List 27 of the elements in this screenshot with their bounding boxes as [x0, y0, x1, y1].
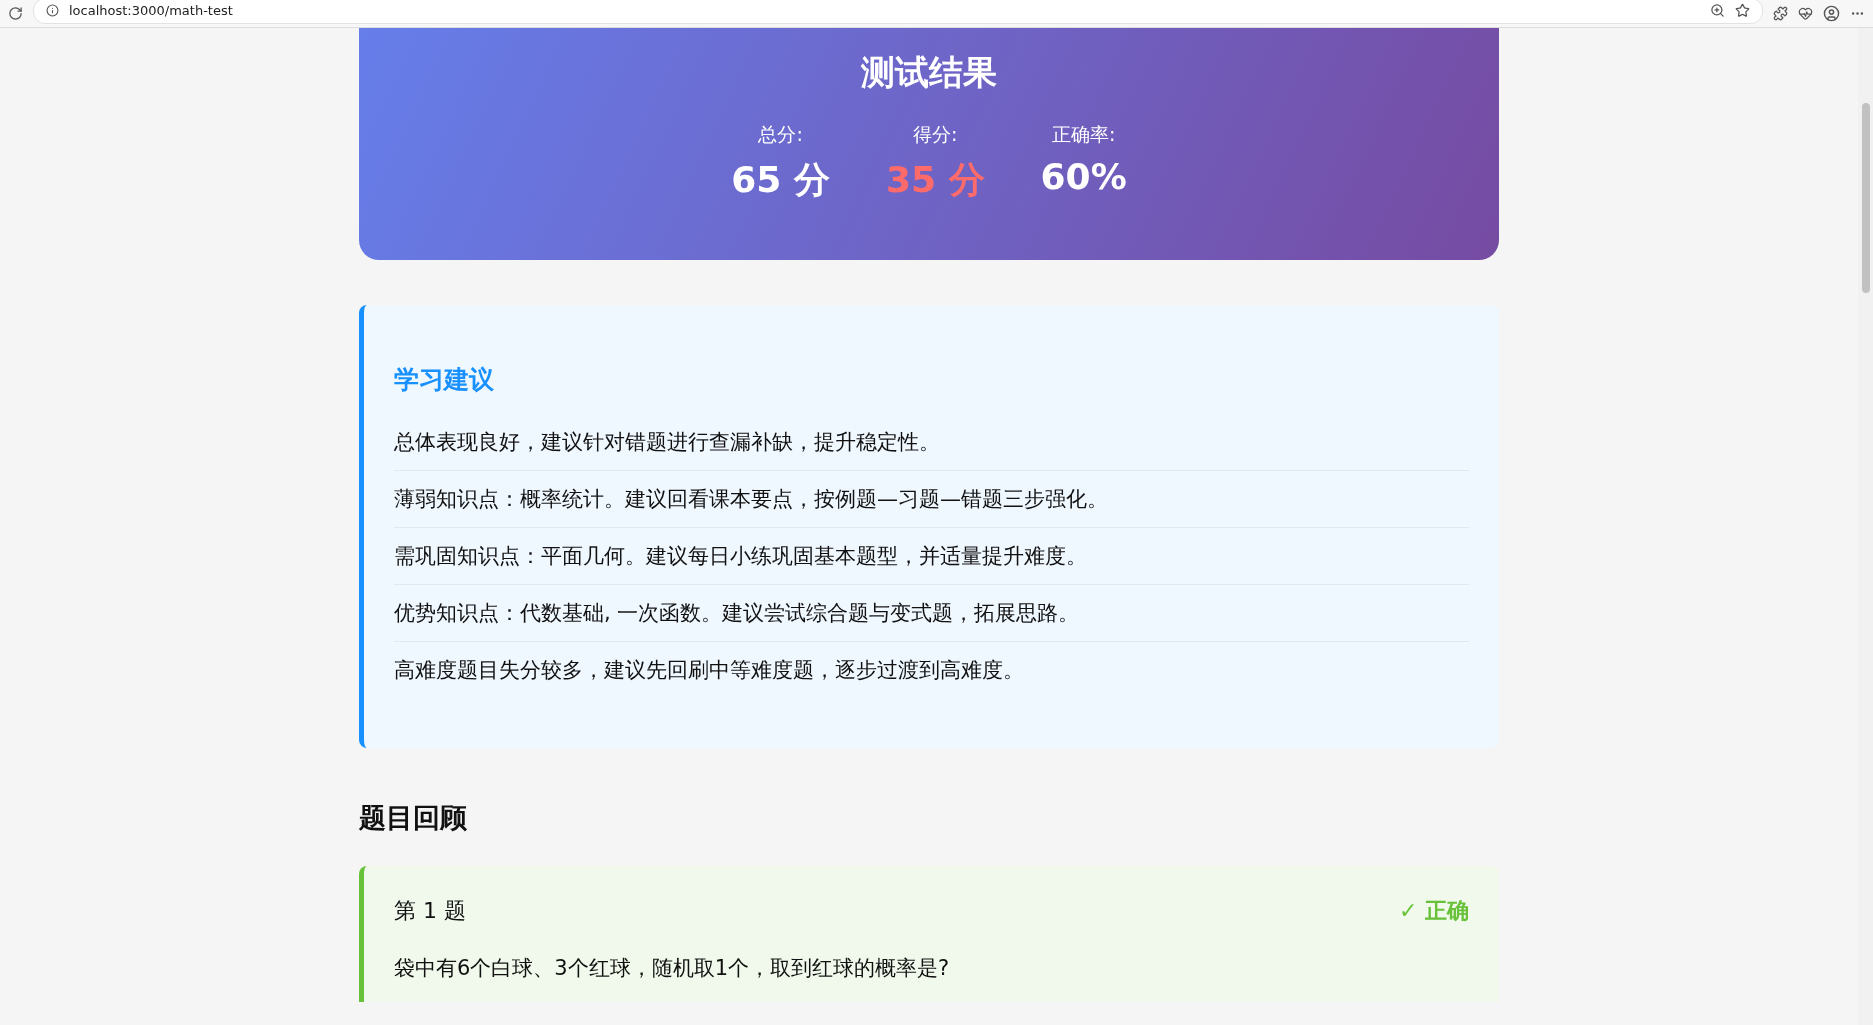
- stat-label: 正确率:: [1051, 122, 1116, 147]
- question-number: 第 1 题: [394, 897, 466, 925]
- stat-value: 65 分: [731, 158, 830, 202]
- advice-title: 学习建议: [394, 364, 495, 396]
- profile-icon[interactable]: [1823, 5, 1840, 22]
- stat-value: 60%: [1040, 156, 1127, 197]
- info-icon[interactable]: [46, 4, 59, 17]
- question-text: 袋中有6个白球、3个红球，随机取1个，取到红球的概率是?: [394, 955, 951, 982]
- star-icon[interactable]: [1735, 3, 1750, 18]
- advice-item: 薄弱知识点：概率统计。建议回看课本要点，按例题—习题—错题三步强化。: [394, 471, 1469, 528]
- advice-item: 总体表现良好，建议针对错题进行查漏补缺，提升稳定性。: [394, 414, 1469, 471]
- stat-label: 得分:: [913, 122, 958, 147]
- section-title: 题目回顾: [359, 801, 468, 835]
- stat-label: 总分:: [758, 122, 803, 147]
- reload-icon[interactable]: [8, 6, 23, 21]
- scrollbar[interactable]: [1858, 28, 1873, 1025]
- advice-item: 高难度题目失分较多，建议先回刷中等难度题，逐步过渡到高难度。: [394, 657, 1025, 684]
- puzzle-icon[interactable]: [1773, 6, 1788, 21]
- advice-item: 需巩固知识点：平面几何。建议每日小练巩固基本题型，并适量提升难度。: [394, 528, 1469, 585]
- result-title: 测试结果: [861, 51, 997, 94]
- address-bar[interactable]: localhost:3000/math-test: [33, 0, 1763, 24]
- zoom-icon[interactable]: [1710, 3, 1725, 18]
- url-text: localhost:3000/math-test: [69, 3, 233, 18]
- stat-value: 35 分: [885, 158, 985, 202]
- advice-item: 优势知识点：代数基础, 一次函数。建议尝试综合题与变式题，拓展思路。: [394, 585, 1469, 642]
- heart-pulse-icon[interactable]: [1798, 6, 1813, 21]
- question-status: ✓ 正确: [1398, 897, 1469, 925]
